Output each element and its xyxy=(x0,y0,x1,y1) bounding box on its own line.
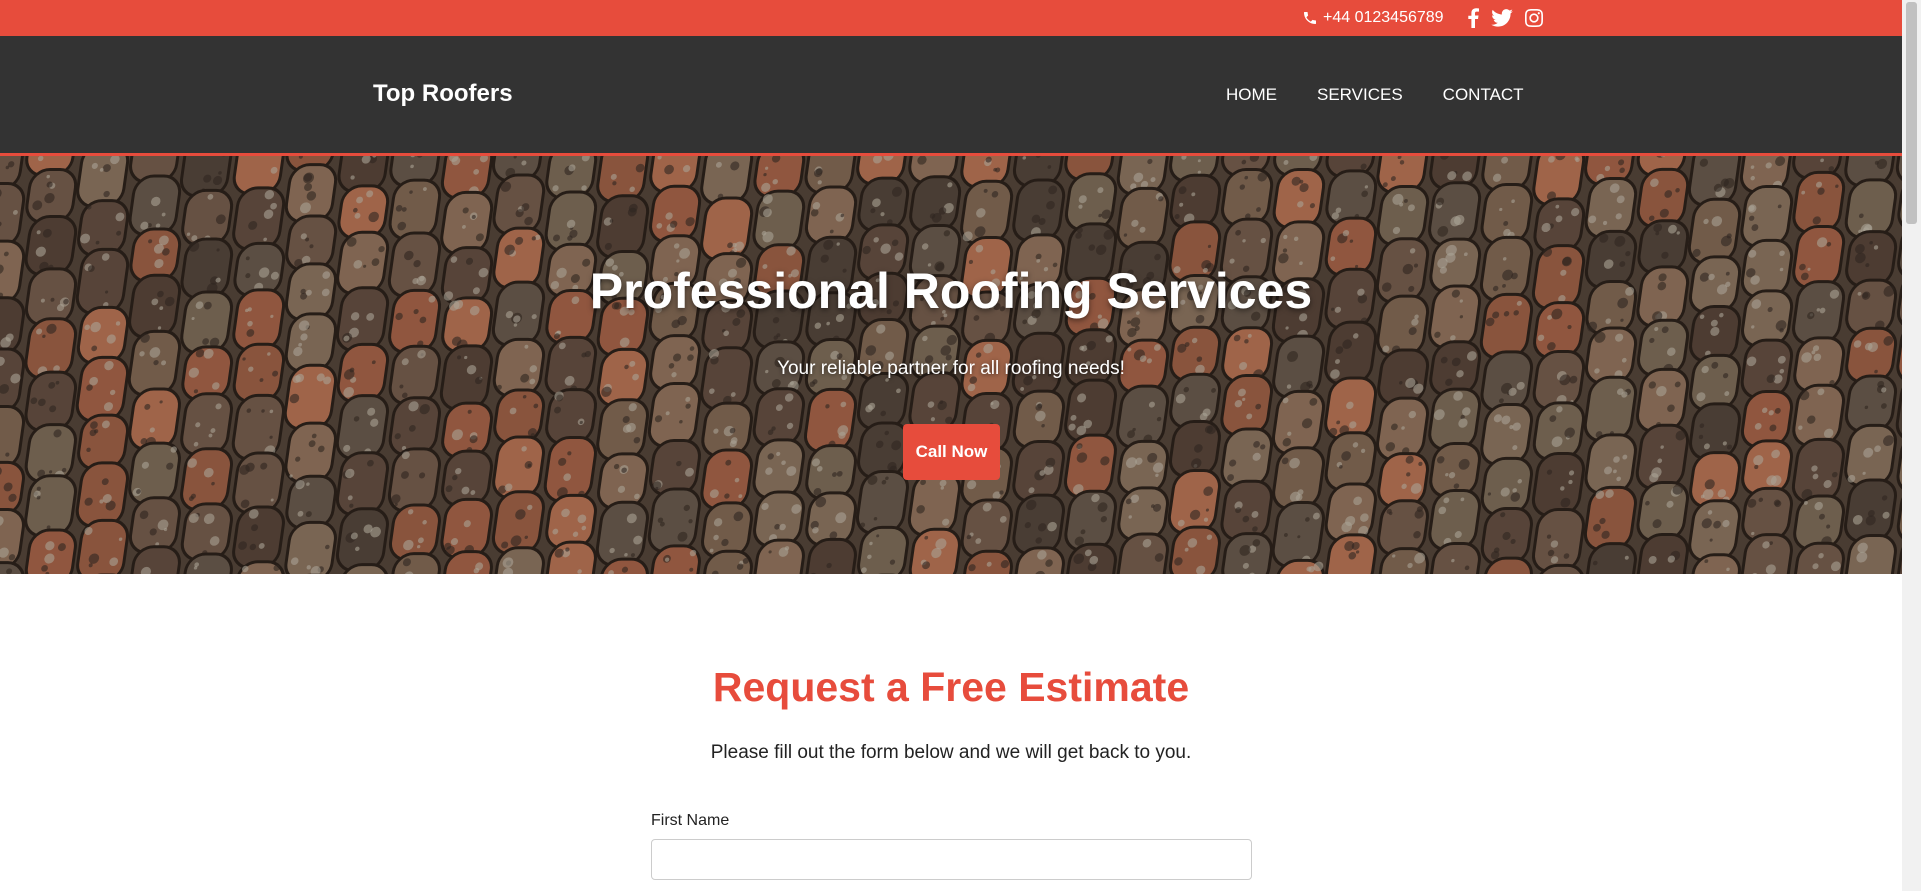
hero-section: Professional Roofing Services Your relia… xyxy=(0,156,1902,574)
nav-services[interactable]: SERVICES xyxy=(1317,85,1403,105)
page-scrollbar[interactable] xyxy=(1902,0,1921,891)
top-contact-bar: +44 0123456789 xyxy=(0,0,1902,36)
phone-contact[interactable]: +44 0123456789 xyxy=(1302,0,1444,36)
twitter-icon[interactable] xyxy=(1491,9,1513,27)
phone-number: +44 0123456789 xyxy=(1323,9,1444,26)
nav-contact[interactable]: CONTACT xyxy=(1443,85,1524,105)
estimate-subtitle: Please fill out the form below and we wi… xyxy=(710,742,1192,763)
site-logo[interactable]: Top Roofers xyxy=(373,80,513,108)
call-now-button[interactable]: Call Now xyxy=(903,424,1000,480)
facebook-icon[interactable] xyxy=(1467,8,1479,28)
first-name-label: First Name xyxy=(651,812,730,829)
site-header: Top Roofers HOME SERVICES CONTACT xyxy=(0,36,1902,156)
scrollbar-thumb[interactable] xyxy=(1906,2,1917,224)
hero-subtitle: Your reliable partner for all roofing ne… xyxy=(777,358,1125,379)
hero-title: Professional Roofing Services xyxy=(589,263,1313,319)
social-links xyxy=(1467,0,1555,36)
estimate-title: Request a Free Estimate xyxy=(712,664,1190,710)
nav-home[interactable]: HOME xyxy=(1226,85,1277,105)
main-nav: HOME SERVICES CONTACT xyxy=(1226,85,1564,105)
phone-icon xyxy=(1304,12,1316,24)
first-name-input[interactable] xyxy=(651,839,1252,880)
instagram-icon[interactable] xyxy=(1525,9,1543,27)
